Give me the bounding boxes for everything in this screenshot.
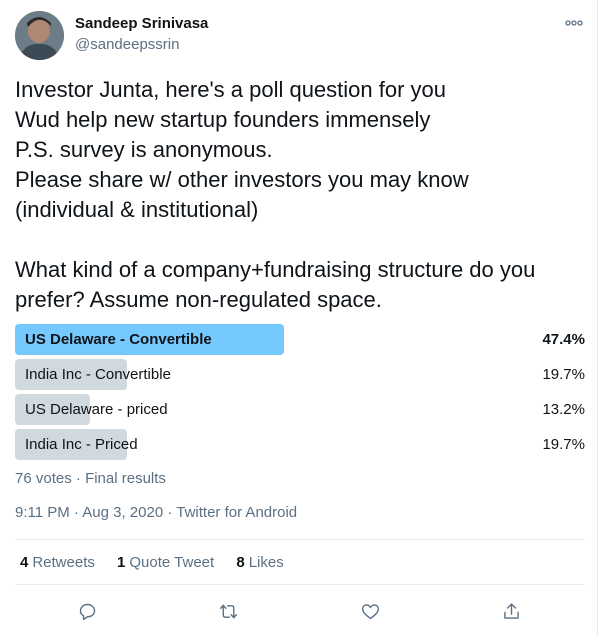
reply-icon[interactable] (72, 596, 102, 626)
retweet-icon[interactable] (213, 596, 243, 626)
poll-option-label: India Inc - Priced (25, 436, 138, 453)
avatar[interactable] (15, 11, 64, 60)
tweet-line (15, 225, 585, 255)
retweets-label: Retweets (32, 554, 95, 571)
poll-summary: 76 votes · Final results (15, 470, 166, 487)
tweet-source-link[interactable]: Twitter for Android (176, 504, 297, 521)
separator: · (167, 504, 173, 521)
tweet-line: Wud help new startup founders immensely (15, 107, 431, 132)
poll-option-label: US Delaware - Convertible (25, 331, 212, 348)
like-icon[interactable] (355, 596, 385, 626)
separator: · (73, 504, 79, 521)
likes-label: Likes (248, 554, 284, 571)
tweet-timestamp: 9:11 PM · Aug 3, 2020 · Twitter for Andr… (15, 504, 297, 521)
retweets-stat[interactable]: 4 Retweets (20, 554, 95, 571)
poll-status: Final results (85, 470, 166, 487)
divider (15, 584, 585, 585)
retweets-count: 4 (20, 554, 29, 571)
tweet-line: prefer? Assume non-regulated space. (15, 287, 382, 312)
likes-count: 8 (236, 554, 245, 571)
tweet-line: (individual & institutional) (15, 197, 259, 222)
poll-option-percent: 13.2% (542, 401, 585, 418)
quotes-count: 1 (117, 554, 126, 571)
tweet-actions (0, 596, 598, 626)
poll-option-label: India Inc - Convertible (25, 366, 171, 383)
tweet-line: Investor Junta, here's a poll question f… (15, 77, 447, 102)
engagement-stats: 4 Retweets 1 Quote Tweet 8 Likes (20, 554, 302, 571)
user-avatar-icon (15, 11, 64, 60)
divider (15, 539, 585, 540)
poll-option-percent: 47.4% (542, 331, 585, 348)
poll-option[interactable]: India Inc - Convertible 19.7% (15, 359, 585, 390)
tweet-line: What kind of a company+fundraising struc… (15, 257, 536, 282)
tweet-line: P.S. survey is anonymous. (15, 137, 273, 162)
poll-option-percent: 19.7% (542, 366, 585, 383)
tweet-time-link[interactable]: 9:11 PM · Aug 3, 2020 (15, 504, 163, 521)
poll-option[interactable]: India Inc - Priced 19.7% (15, 429, 585, 460)
poll: US Delaware - Convertible 47.4% India In… (15, 324, 585, 464)
poll-option-label: US Delaware - priced (25, 401, 168, 418)
share-icon[interactable] (496, 596, 526, 626)
author-handle[interactable]: @sandeepssrin (75, 36, 179, 53)
quotes-label: Quote Tweet (129, 554, 215, 571)
tweet-text: Investor Junta, here's a poll question f… (15, 75, 585, 315)
tweet-card: Sandeep Srinivasa @sandeepssrin Investor… (0, 0, 598, 636)
author-name[interactable]: Sandeep Srinivasa (75, 15, 208, 32)
likes-stat[interactable]: 8 Likes (236, 554, 283, 571)
poll-option[interactable]: US Delaware - Convertible 47.4% (15, 324, 585, 355)
tweet-time: 9:11 PM (15, 504, 70, 521)
quote-tweets-stat[interactable]: 1 Quote Tweet (117, 554, 214, 571)
tweet-date: Aug 3, 2020 (82, 504, 164, 521)
poll-votes: 76 votes (15, 470, 72, 487)
separator: · (75, 470, 81, 487)
poll-option[interactable]: US Delaware - priced 13.2% (15, 394, 585, 425)
tweet-line: Please share w/ other investors you may … (15, 167, 469, 192)
more-icon[interactable] (563, 14, 585, 32)
poll-option-percent: 19.7% (542, 436, 585, 453)
